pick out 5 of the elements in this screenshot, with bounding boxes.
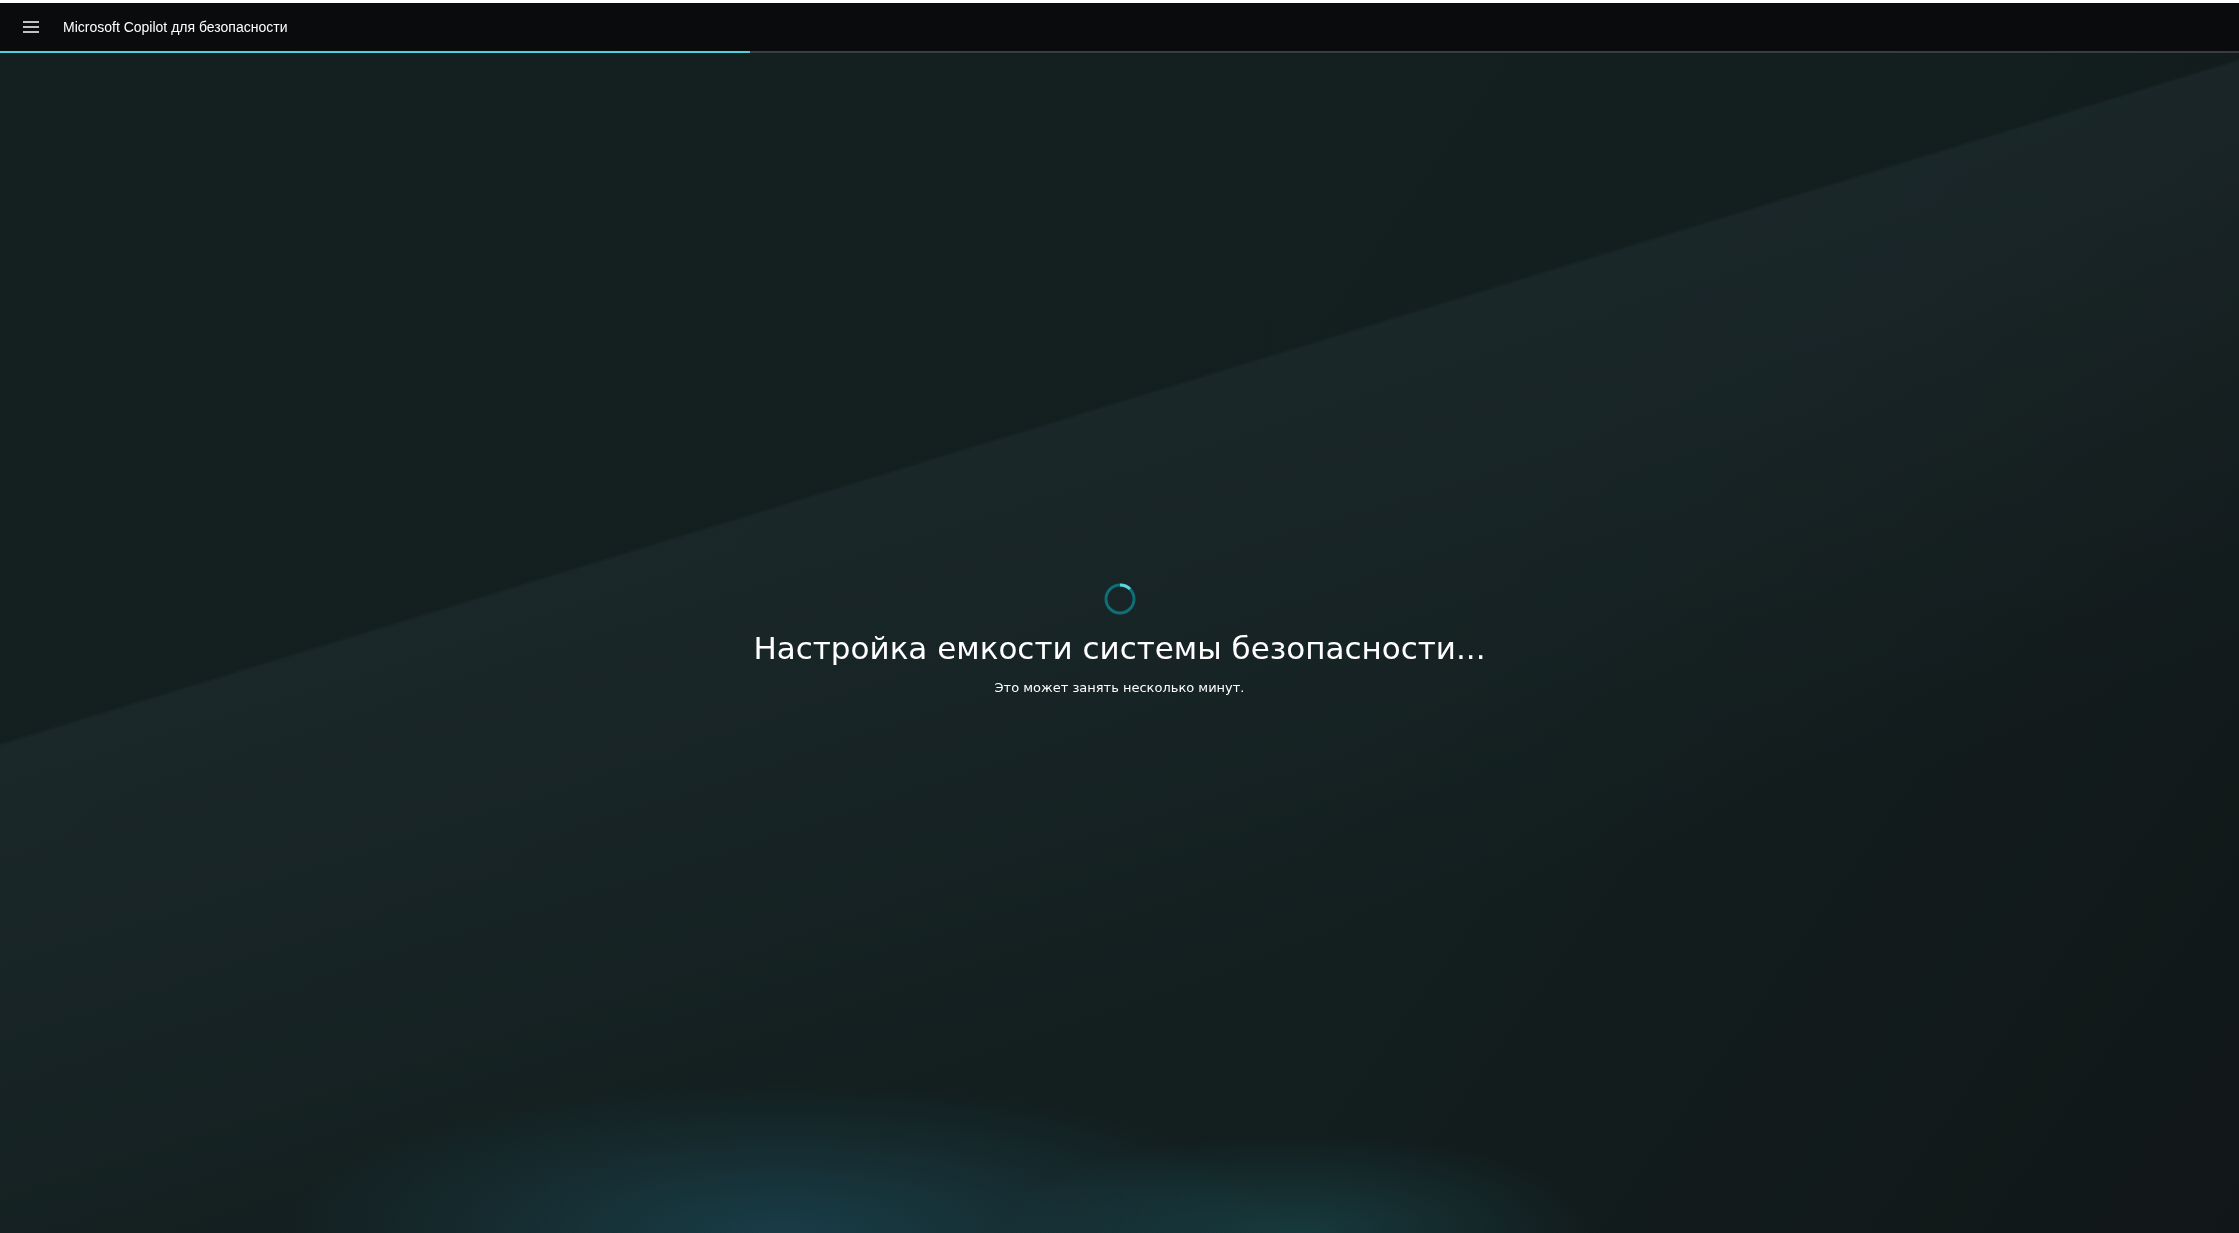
loading-spinner-icon: [1102, 581, 1137, 616]
status-heading: Настройка емкости системы безопасности...: [753, 629, 1486, 666]
status-message: Это может занять несколько минут.: [994, 679, 1245, 695]
app-title: Microsoft Copilot для безопасности: [63, 19, 288, 35]
menu-icon[interactable]: [23, 21, 39, 33]
